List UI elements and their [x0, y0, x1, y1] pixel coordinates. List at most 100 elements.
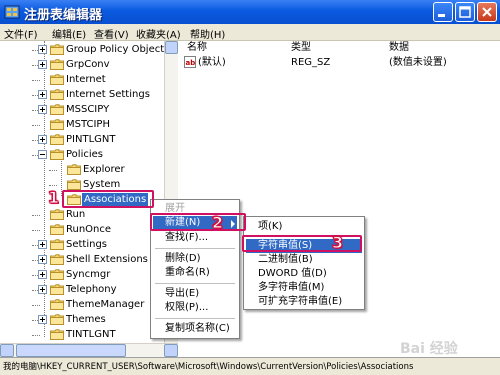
folder-icon [67, 164, 81, 175]
expand-plus-icon[interactable] [38, 240, 47, 249]
tree-item-label: TINTLGNT [66, 329, 116, 340]
tree-item-label: Internet [66, 74, 106, 85]
scroll-left-arrow[interactable] [0, 344, 14, 357]
tree-item-label: ThemeManager [66, 299, 145, 310]
tree-item[interactable]: Policies [38, 148, 160, 162]
tree-item[interactable]: Shell Extensions [38, 253, 160, 267]
folder-icon [50, 74, 64, 85]
scroll-right-arrow[interactable] [164, 344, 178, 357]
tree-item[interactable]: GrpConv [38, 58, 160, 72]
tree-horizontal-scrollbar[interactable] [0, 343, 178, 357]
tree-item[interactable]: Internet Settings [38, 88, 160, 102]
tree-item-label: Settings [66, 239, 108, 250]
folder-icon [50, 119, 64, 130]
annotation-marker-2: 2 [211, 213, 224, 233]
column-header-data[interactable]: 数据 [389, 41, 409, 55]
folder-icon [67, 179, 81, 190]
scroll-thumb[interactable] [16, 344, 126, 357]
column-header-type[interactable]: 类型 [291, 41, 311, 55]
expand-plus-icon[interactable] [38, 135, 47, 144]
tree-item[interactable]: Internet [38, 73, 160, 87]
expand-plus-icon[interactable] [38, 60, 47, 69]
maximize-icon [459, 6, 471, 18]
expand-plus-icon[interactable] [38, 45, 47, 54]
minimize-icon [438, 14, 445, 17]
maximize-button[interactable] [455, 2, 475, 22]
expand-plus-icon[interactable] [38, 270, 47, 279]
tree-item-label: MSSCIPY [66, 104, 110, 115]
expand-plus-icon[interactable] [38, 255, 47, 264]
folder-icon [50, 239, 64, 250]
folder-icon [50, 149, 64, 160]
expand-plus-icon[interactable] [38, 315, 47, 324]
tree-item[interactable]: PINTLGNT [38, 133, 160, 147]
tree-item[interactable]: Run [38, 208, 160, 222]
collapse-minus-icon[interactable] [38, 150, 47, 159]
tree-item-label: Explorer [83, 164, 125, 175]
menu-file[interactable]: 文件(F) [4, 26, 38, 41]
column-header-name[interactable]: 名称 [187, 41, 207, 55]
submenu-item-expandable-string-value[interactable]: 可扩充字符串值(E) [246, 295, 362, 309]
folder-icon [50, 104, 64, 115]
tree-item[interactable]: MSSCIPY [38, 103, 160, 117]
tree-item[interactable]: Themes [38, 313, 160, 327]
menu-item-export[interactable]: 导出(E) [153, 287, 237, 301]
tree-item-label: Internet Settings [66, 89, 150, 100]
tree-item[interactable]: Explorer [55, 163, 160, 177]
tree-item[interactable]: Telephony [38, 283, 160, 297]
folder-icon [50, 299, 64, 310]
value-type: REG_SZ [291, 57, 331, 68]
tree-item-label: GrpConv [66, 59, 110, 70]
menu-item-rename[interactable]: 重命名(R) [153, 266, 237, 280]
registry-editor-icon [4, 5, 20, 19]
tree-item[interactable]: Settings [38, 238, 160, 252]
string-value-icon: ab [184, 56, 196, 68]
tree-item[interactable]: ThemeManager [38, 298, 160, 312]
annotation-marker-1: 1 [47, 188, 60, 208]
scroll-up-arrow[interactable] [165, 41, 178, 54]
status-path: 我的电脑\HKEY_CURRENT_USER\Software\Microsof… [3, 362, 414, 372]
new-submenu: 项(K) 字符串值(S) 二进制值(B) DWORD 值(D) 多字符串值(M)… [243, 216, 365, 310]
value-data: (数值未设置) [389, 57, 447, 68]
menu-separator [155, 248, 235, 249]
menu-separator [155, 318, 235, 319]
minimize-button[interactable] [433, 2, 453, 22]
menu-view[interactable]: 查看(V) [94, 26, 129, 41]
title-bar[interactable]: 注册表编辑器 [0, 0, 500, 24]
folder-icon [50, 254, 64, 265]
tree-item[interactable]: TINTLGNT [38, 328, 160, 342]
menu-item-permissions[interactable]: 权限(P)... [153, 301, 237, 315]
close-icon [482, 7, 492, 17]
submenu-item-dword-value[interactable]: DWORD 值(D) [246, 267, 362, 281]
tree-item[interactable]: Syncmgr [38, 268, 160, 282]
submenu-item-binary-value[interactable]: 二进制值(B) [246, 253, 362, 267]
menu-bar: 文件(F) 编辑(E) 查看(V) 收藏夹(A) 帮助(H) [0, 24, 500, 41]
menu-item-delete[interactable]: 删除(D) [153, 252, 237, 266]
folder-icon [50, 59, 64, 70]
tree-item[interactable]: MSTCIPH [38, 118, 160, 132]
expand-plus-icon[interactable] [38, 285, 47, 294]
menu-favorites[interactable]: 收藏夹(A) [136, 26, 181, 41]
menu-separator [155, 283, 235, 284]
folder-icon [50, 269, 64, 280]
submenu-item-key[interactable]: 项(K) [246, 220, 362, 234]
tree-item-label: RunOnce [66, 224, 112, 235]
folder-icon [50, 314, 64, 325]
annotation-box-associations [62, 190, 154, 208]
submenu-item-multi-string-value[interactable]: 多字符串值(M) [246, 281, 362, 295]
folder-icon [50, 134, 64, 145]
expand-plus-icon[interactable] [38, 90, 47, 99]
folder-icon [50, 329, 64, 340]
tree-item[interactable]: Group Policy Objects [38, 43, 169, 57]
menu-help[interactable]: 帮助(H) [190, 26, 225, 41]
close-button[interactable] [477, 2, 497, 22]
menu-item-copy-key-name[interactable]: 复制项名称(C) [153, 322, 237, 336]
menu-edit[interactable]: 编辑(E) [52, 26, 86, 41]
value-name[interactable]: (默认) [198, 56, 226, 70]
expand-plus-icon[interactable] [38, 105, 47, 114]
menu-item-find[interactable]: 查找(F)... [153, 231, 237, 245]
folder-icon [50, 284, 64, 295]
tree-item-label: Syncmgr [66, 269, 111, 280]
tree-item-label: Telephony [66, 284, 117, 295]
tree-item[interactable]: RunOnce [38, 223, 160, 237]
